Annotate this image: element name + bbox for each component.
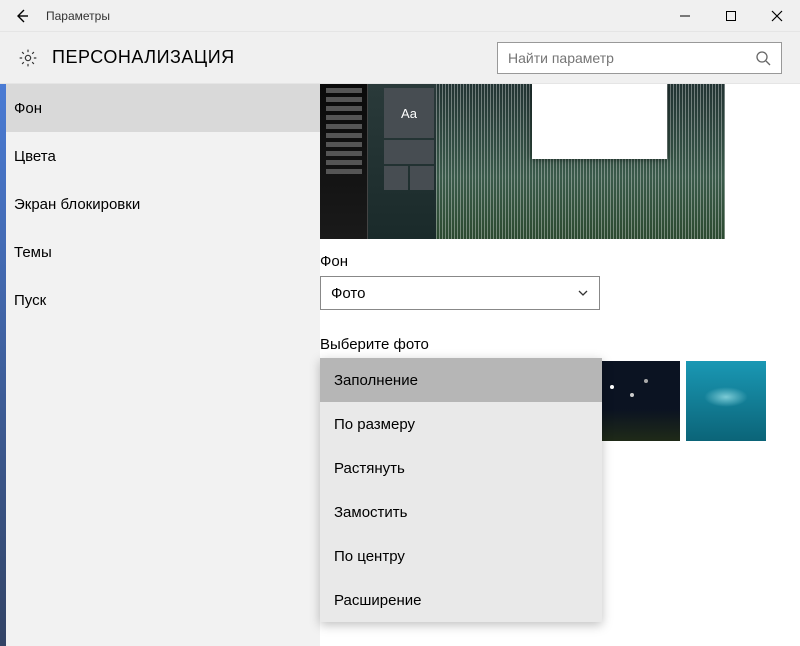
- page-title: ПЕРСОНАЛИЗАЦИЯ: [52, 47, 235, 68]
- preview-tile: [410, 166, 434, 190]
- fit-option-label: По центру: [334, 548, 405, 565]
- fit-option-label: Замостить: [334, 504, 408, 521]
- dropdown-value: Фото: [331, 285, 365, 302]
- chevron-down-icon: [577, 287, 589, 299]
- fit-option-span[interactable]: Расширение: [320, 578, 602, 622]
- close-button[interactable]: [754, 0, 800, 32]
- fit-option-center[interactable]: По центру: [320, 534, 602, 578]
- settings-window: Параметры ПЕРСОНАЛИЗАЦИЯ: [0, 0, 800, 646]
- window-title: Параметры: [46, 9, 110, 23]
- maximize-button[interactable]: [708, 0, 754, 32]
- arrow-left-icon: [14, 8, 30, 24]
- fit-option-label: Заполнение: [334, 372, 418, 389]
- search-icon: [755, 50, 771, 66]
- preview-tile: [384, 166, 408, 190]
- maximize-icon: [725, 10, 737, 22]
- window-controls: [662, 0, 800, 32]
- sidebar-item-start[interactable]: Пуск: [0, 276, 320, 324]
- fit-dropdown-menu: Заполнение По размеру Растянуть Замостит…: [320, 358, 602, 622]
- close-icon: [771, 10, 783, 22]
- titlebar: Параметры: [0, 0, 800, 32]
- fit-option-label: Растянуть: [334, 460, 405, 477]
- photo-thumb[interactable]: [600, 361, 680, 441]
- sidebar-item-label: Темы: [14, 244, 52, 261]
- sidebar-item-themes[interactable]: Темы: [0, 228, 320, 276]
- titlebar-left: Параметры: [0, 6, 110, 26]
- preview-tile-text: Aa: [401, 106, 417, 121]
- back-button[interactable]: [12, 6, 32, 26]
- choose-photo-label: Выберите фото: [320, 336, 800, 353]
- preview-start-items: [326, 88, 362, 178]
- header-left: ПЕРСОНАЛИЗАЦИЯ: [18, 47, 235, 68]
- header: ПЕРСОНАЛИЗАЦИЯ: [0, 32, 800, 84]
- preview-sample-window: [532, 84, 667, 159]
- sidebar-item-colors[interactable]: Цвета: [0, 132, 320, 180]
- fit-option-label: Расширение: [334, 592, 421, 609]
- decorative-edge: [0, 84, 6, 646]
- sidebar-item-label: Экран блокировки: [14, 196, 140, 213]
- sidebar: Фон Цвета Экран блокировки Темы Пуск: [0, 84, 320, 646]
- sidebar-item-background[interactable]: Фон: [0, 84, 320, 132]
- content-wrap: Aa Фон Фото Выберите фот: [320, 84, 800, 441]
- search-input[interactable]: [508, 50, 755, 66]
- body-area: Фон Цвета Экран блокировки Темы Пуск: [0, 84, 800, 646]
- sidebar-item-label: Фон: [14, 100, 42, 117]
- background-label: Фон: [320, 253, 800, 270]
- fit-option-fill[interactable]: Заполнение: [320, 358, 602, 402]
- minimize-icon: [679, 10, 691, 22]
- sidebar-item-label: Пуск: [14, 292, 46, 309]
- preview-tile: [384, 140, 434, 164]
- fit-option-tile[interactable]: Замостить: [320, 490, 602, 534]
- minimize-button[interactable]: [662, 0, 708, 32]
- gear-icon: [18, 48, 38, 68]
- fit-option-fit[interactable]: По размеру: [320, 402, 602, 446]
- photo-thumb[interactable]: [686, 361, 766, 441]
- fit-option-label: По размеру: [334, 416, 415, 433]
- fit-option-stretch[interactable]: Растянуть: [320, 446, 602, 490]
- background-dropdown[interactable]: Фото: [320, 276, 600, 310]
- sidebar-item-label: Цвета: [14, 148, 56, 165]
- desktop-preview: Aa: [320, 84, 725, 239]
- content: Aa Фон Фото Выберите фот: [320, 84, 800, 646]
- sidebar-item-lockscreen[interactable]: Экран блокировки: [0, 180, 320, 228]
- search-box[interactable]: [497, 42, 782, 74]
- preview-tile-aa: Aa: [384, 88, 434, 138]
- preview-start-panel: [320, 84, 368, 239]
